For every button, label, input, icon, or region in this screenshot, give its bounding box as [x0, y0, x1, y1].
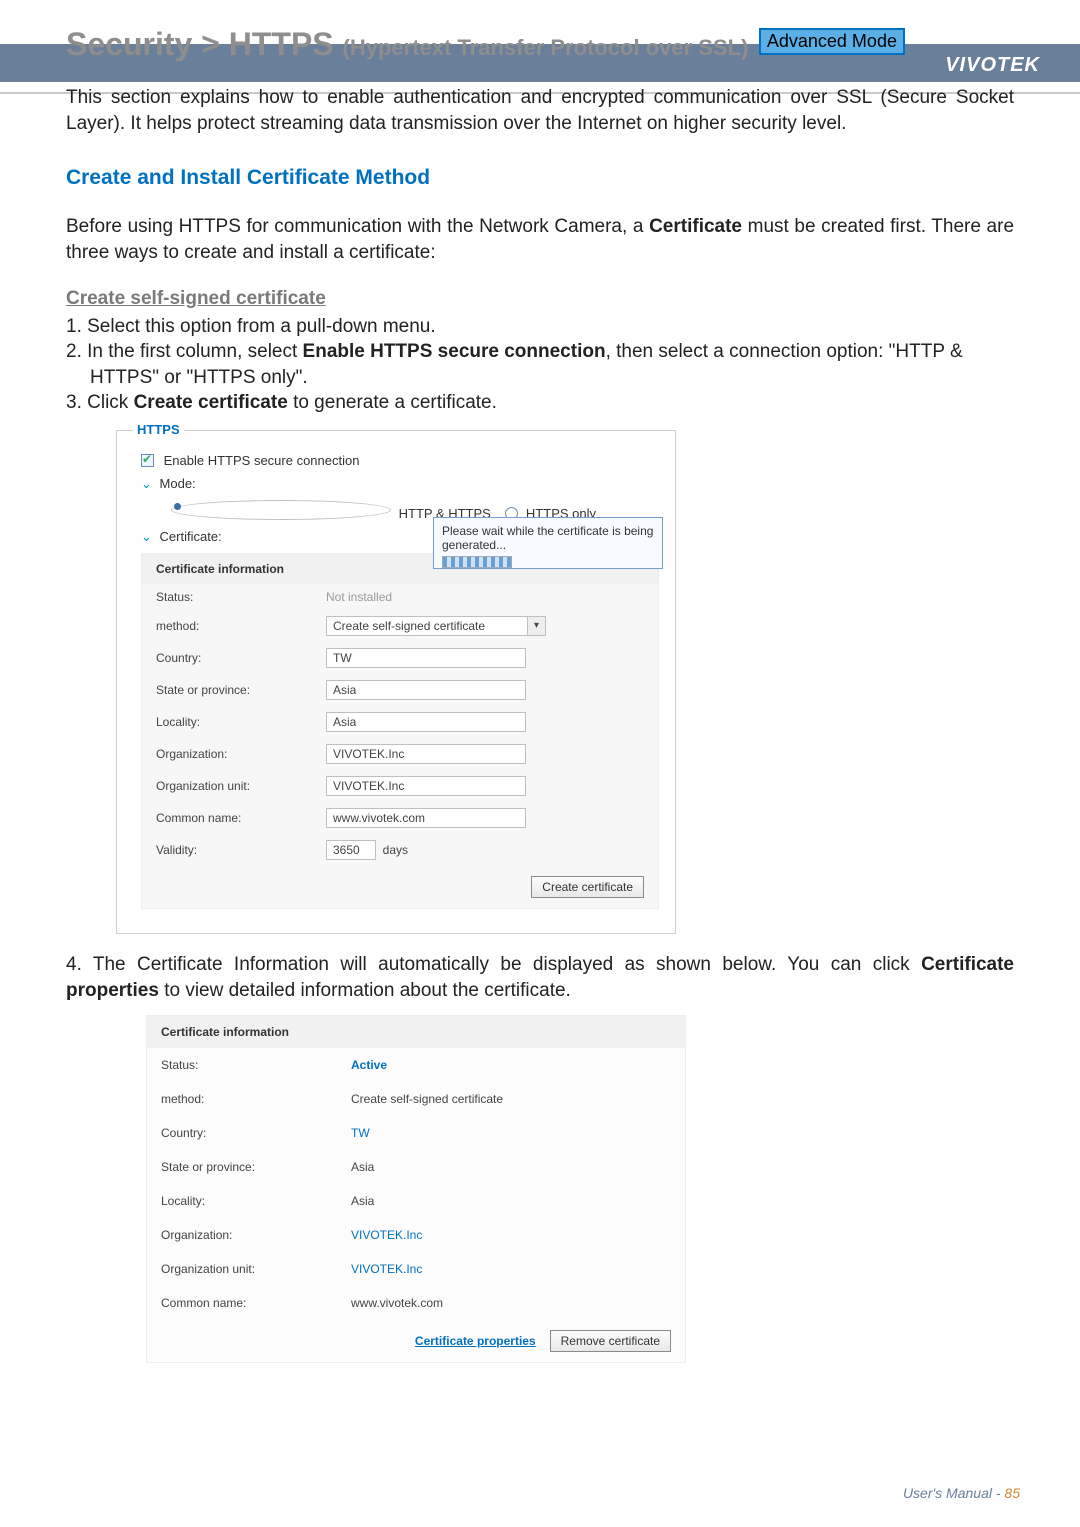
page-title: Security > HTTPS [66, 26, 343, 62]
method-value: Create self-signed certificate [351, 1092, 503, 1106]
orgunit-value: VIVOTEK.Inc [351, 1262, 422, 1276]
org-value: VIVOTEK.Inc [351, 1228, 422, 1242]
certificate-info-readonly: Certificate information Status:Active me… [146, 1015, 686, 1363]
country-input[interactable]: TW [326, 648, 526, 668]
page-subtitle: (Hypertext Transfer Protocol over SSL) [343, 35, 749, 60]
step-3: 3. Click Create certificate to generate … [66, 390, 1014, 416]
state-input[interactable]: Asia [326, 680, 526, 700]
create-certificate-button[interactable]: Create certificate [531, 876, 644, 898]
mode-badge: Advanced Mode [759, 28, 905, 55]
expand-icon[interactable]: ⌄ [141, 529, 152, 544]
orgunit-input[interactable]: VIVOTEK.Inc [326, 776, 526, 796]
https-config-panel: HTTPS Enable HTTPS secure connection ⌄ M… [116, 430, 676, 934]
status-value: Not installed [326, 590, 644, 604]
certificate-properties-link[interactable]: Certificate properties [415, 1334, 536, 1348]
validity-input[interactable]: 3650 [326, 840, 376, 860]
mode-label: Mode: [160, 476, 196, 491]
org-input[interactable]: VIVOTEK.Inc [326, 744, 526, 764]
progress-bar [442, 556, 512, 568]
step-1: 1. Select this option from a pull-down m… [66, 314, 1014, 340]
cert-info-header-2: Certificate information [147, 1016, 685, 1048]
before-paragraph: Before using HTTPS for communication wit… [66, 214, 1014, 265]
enable-https-checkbox[interactable] [141, 454, 154, 467]
state-value: Asia [351, 1160, 374, 1174]
locality-input[interactable]: Asia [326, 712, 526, 732]
subsection-heading: Create self-signed certificate [66, 288, 1014, 310]
panel-legend: HTTPS [133, 422, 184, 437]
step-2: 2. In the first column, select Enable HT… [66, 339, 1014, 390]
generating-popup: Please wait while the certificate is bei… [433, 517, 663, 569]
mode-http-https-radio[interactable] [171, 500, 391, 520]
validity-unit: days [383, 843, 408, 857]
page-footer: User's Manual - 85 [903, 1485, 1020, 1501]
step4-paragraph: 4. The Certificate Information will auto… [66, 952, 1014, 1003]
intro-paragraph: This section explains how to enable auth… [66, 85, 1014, 136]
status-active: Active [351, 1058, 387, 1072]
certificate-info-panel: Certificate information Status:Not insta… [141, 553, 659, 909]
certificate-label: Certificate: [160, 529, 222, 544]
chevron-down-icon: ▾ [527, 617, 545, 635]
remove-certificate-button[interactable]: Remove certificate [550, 1330, 671, 1352]
enable-https-label: Enable HTTPS secure connection [164, 453, 360, 468]
commonname-input[interactable]: www.vivotek.com [326, 808, 526, 828]
country-value: TW [351, 1126, 370, 1140]
expand-icon[interactable]: ⌄ [141, 476, 152, 491]
locality-value: Asia [351, 1194, 374, 1208]
section-heading: Create and Install Certificate Method [66, 166, 1014, 190]
commonname-value: www.vivotek.com [351, 1296, 443, 1310]
steps-list: 1. Select this option from a pull-down m… [66, 314, 1014, 417]
method-select[interactable]: Create self-signed certificate ▾ [326, 616, 546, 636]
